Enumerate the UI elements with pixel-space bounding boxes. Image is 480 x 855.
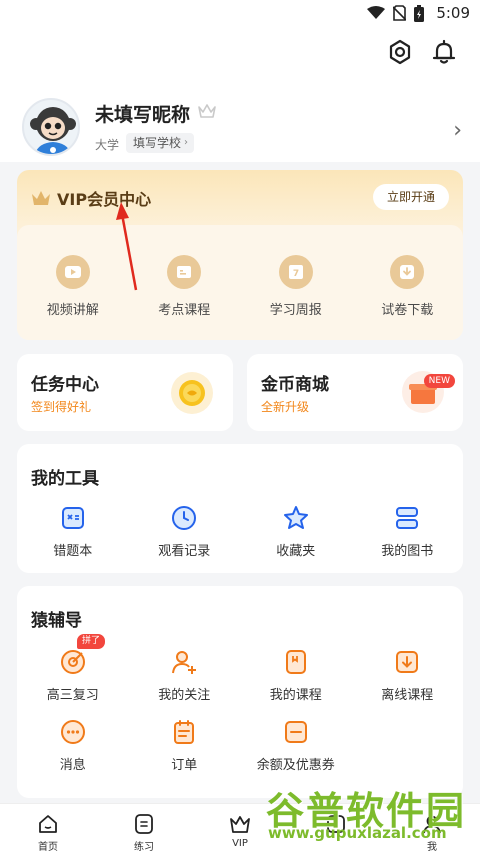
coin-shop-card[interactable]: 金币商城 全新升级 NEW [247, 354, 463, 431]
tab-practice[interactable]: 练习 [96, 804, 192, 855]
watermark-url: www.gupuxlazal.com [268, 824, 447, 842]
school-chip[interactable]: 填写学校 › [126, 133, 195, 153]
vip-crown-tab-icon [230, 816, 250, 833]
coin-shop-subtitle: 全新升级 [261, 400, 310, 414]
fd-label: 我的关注 [158, 688, 211, 703]
home-icon [39, 815, 57, 833]
degree-label: 大学 [95, 138, 120, 152]
vip-center-card[interactable]: VIP会员中心 立即开通 视频讲解 考点课程 7 学习周报 试卷下载 [17, 170, 463, 340]
fd-messages[interactable]: 消息 [17, 718, 129, 773]
my-tools-card: 我的工具 错题本 观看记录 收藏夹 我的图书 [17, 444, 463, 573]
fd-offline[interactable]: 离线课程 [352, 648, 464, 703]
monkey-avatar-icon [30, 107, 76, 154]
status-time: 5:09 [436, 4, 470, 22]
vip-item-video[interactable]: 视频讲解 [17, 255, 129, 318]
fd-follow[interactable]: 我的关注 [129, 648, 241, 703]
fd-label: 订单 [171, 758, 198, 773]
fd-courses[interactable]: 我的课程 [240, 648, 352, 703]
tool-books[interactable]: 我的图书 [352, 504, 464, 559]
notification-bell-icon[interactable] [430, 38, 458, 66]
annotation-arrow-icon [116, 202, 138, 291]
tab-label: 练习 [134, 842, 154, 853]
vip-item-course[interactable]: 考点课程 [129, 255, 241, 318]
crown-icon [198, 104, 216, 118]
tools-title: 我的工具 [31, 469, 99, 489]
fd-label: 消息 [59, 758, 86, 773]
top-actions [0, 28, 480, 92]
fudao-card: 猿辅导 拼了 高三复习 我的关注 我的课程 离线课程 消息 订单 余额及优惠券 [17, 586, 463, 798]
fd-label: 离线课程 [381, 688, 434, 703]
battery-icon [414, 4, 425, 22]
play-icon [55, 255, 90, 289]
settings-gear-icon[interactable] [386, 38, 414, 66]
history-clock-icon [172, 506, 197, 530]
message-icon [60, 720, 85, 744]
course-icon [167, 255, 202, 289]
avatar[interactable] [22, 98, 80, 156]
mistakes-book-icon [61, 507, 84, 529]
chevron-right-icon: › [184, 137, 189, 148]
follow-user-icon [172, 651, 197, 674]
tool-history[interactable]: 观看记录 [129, 504, 241, 559]
task-center-subtitle: 签到得好礼 [31, 400, 92, 414]
profile-header[interactable]: 未填写昵称 大学 填写学校 › › [0, 92, 480, 162]
status-bar: 5:09 [0, 0, 480, 28]
target-icon [60, 650, 85, 674]
offline-download-icon [396, 651, 419, 673]
order-icon [174, 720, 195, 744]
school-label: 填写学校 [133, 136, 182, 150]
fudao-title: 猿辅导 [31, 611, 82, 631]
no-sim-icon [393, 5, 407, 21]
vip-item-label: 视频讲解 [46, 303, 99, 318]
svg-text:7: 7 [293, 269, 299, 279]
tool-label: 错题本 [53, 544, 93, 559]
wifi-icon [367, 6, 386, 19]
tool-favorites[interactable]: 收藏夹 [240, 504, 352, 559]
download-icon [390, 255, 425, 289]
calendar-icon: 7 [278, 255, 313, 289]
task-center-title: 任务中心 [31, 375, 99, 395]
vip-item-download[interactable]: 试卷下载 [352, 255, 464, 318]
tool-label: 观看记录 [158, 544, 211, 559]
tool-mistakes[interactable]: 错题本 [17, 504, 129, 559]
coupon-icon [284, 721, 307, 743]
watermark: 谷普软件园 www.gupuxlazal.com [262, 780, 476, 852]
new-badge: NEW [423, 374, 455, 388]
fd-label: 余额及优惠券 [256, 758, 335, 773]
fd-empty [352, 718, 464, 773]
fd-label: 我的课程 [269, 688, 322, 703]
gold-coin-icon [171, 372, 213, 414]
tab-label: VIP [232, 838, 248, 849]
vip-open-button[interactable]: 立即开通 [372, 184, 449, 210]
vip-item-label: 考点课程 [158, 303, 211, 318]
fd-balance[interactable]: 余额及优惠券 [240, 718, 352, 773]
books-icon [396, 507, 419, 529]
tool-label: 收藏夹 [276, 544, 316, 559]
task-center-card[interactable]: 任务中心 签到得好礼 [17, 354, 233, 431]
vip-item-label: 学习周报 [269, 303, 322, 318]
tool-label: 我的图书 [381, 544, 434, 559]
vip-item-label: 试卷下载 [381, 303, 434, 318]
tab-home[interactable]: 首页 [0, 804, 96, 855]
vip-item-weekly[interactable]: 7 学习周报 [240, 255, 352, 318]
practice-icon [135, 814, 153, 834]
my-course-icon [285, 650, 306, 674]
fd-label: 高三复习 [46, 688, 99, 703]
star-icon [283, 506, 308, 529]
profile-arrow-icon[interactable]: › [453, 118, 462, 143]
tab-label: 首页 [38, 842, 58, 853]
pin-badge: 拼了 [77, 634, 106, 649]
nickname[interactable]: 未填写昵称 [95, 100, 190, 127]
vip-crown-icon [32, 191, 50, 205]
coin-shop-title: 金币商城 [261, 375, 329, 395]
fd-orders[interactable]: 订单 [129, 718, 241, 773]
fd-review[interactable]: 拼了 高三复习 [17, 634, 129, 703]
vip-benefits: 视频讲解 考点课程 7 学习周报 试卷下载 [17, 225, 463, 340]
